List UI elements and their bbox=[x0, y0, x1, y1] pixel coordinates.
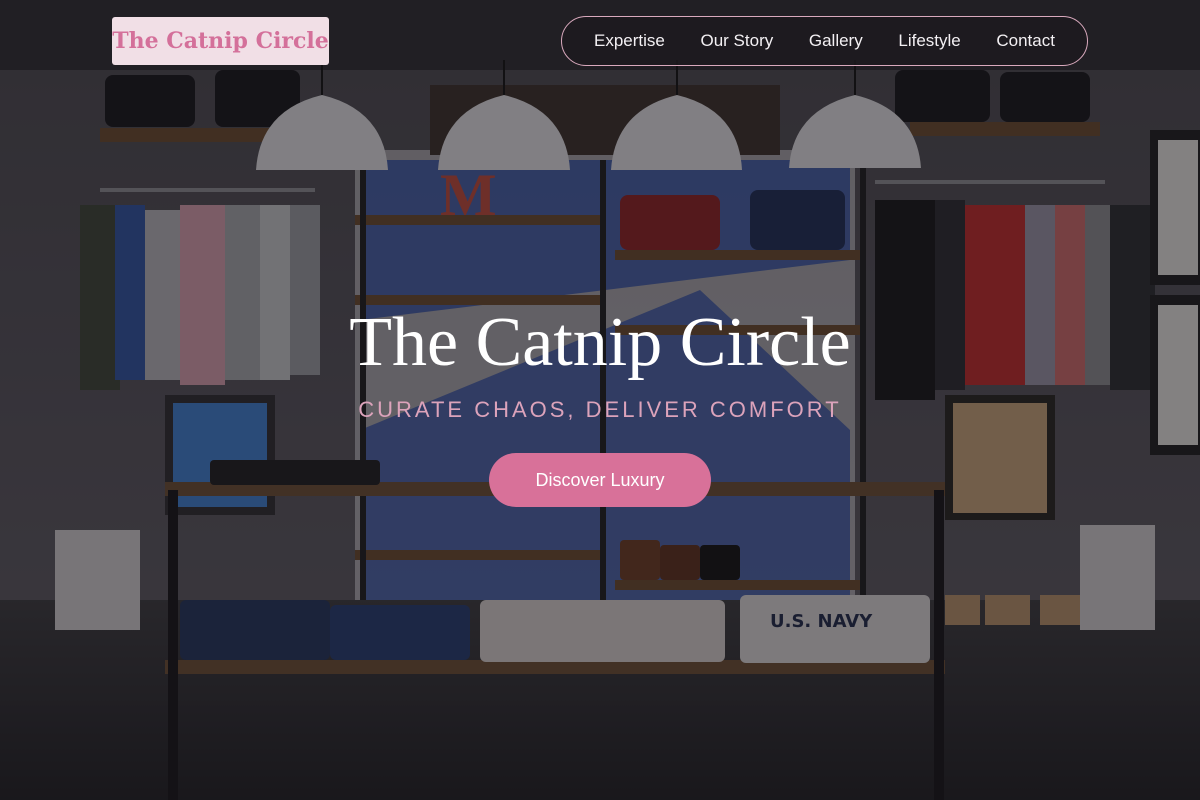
logo-link[interactable]: The Catnip Circle bbox=[112, 17, 329, 65]
page: M U.S. NAVY The Catnip Circle Expertise … bbox=[0, 0, 1200, 800]
discover-luxury-button[interactable]: Discover Luxury bbox=[489, 453, 711, 507]
nav-item-gallery[interactable]: Gallery bbox=[809, 31, 863, 51]
nav-item-lifestyle[interactable]: Lifestyle bbox=[898, 31, 960, 51]
hero-tagline: CURATE CHAOS, DELIVER COMFORT bbox=[358, 397, 842, 422]
nav-item-contact[interactable]: Contact bbox=[996, 31, 1055, 51]
hero-title: The Catnip Circle bbox=[349, 304, 851, 381]
main-nav: Expertise Our Story Gallery Lifestyle Co… bbox=[561, 16, 1088, 66]
nav-item-expertise[interactable]: Expertise bbox=[594, 31, 665, 51]
nav-item-our-story[interactable]: Our Story bbox=[701, 31, 774, 51]
